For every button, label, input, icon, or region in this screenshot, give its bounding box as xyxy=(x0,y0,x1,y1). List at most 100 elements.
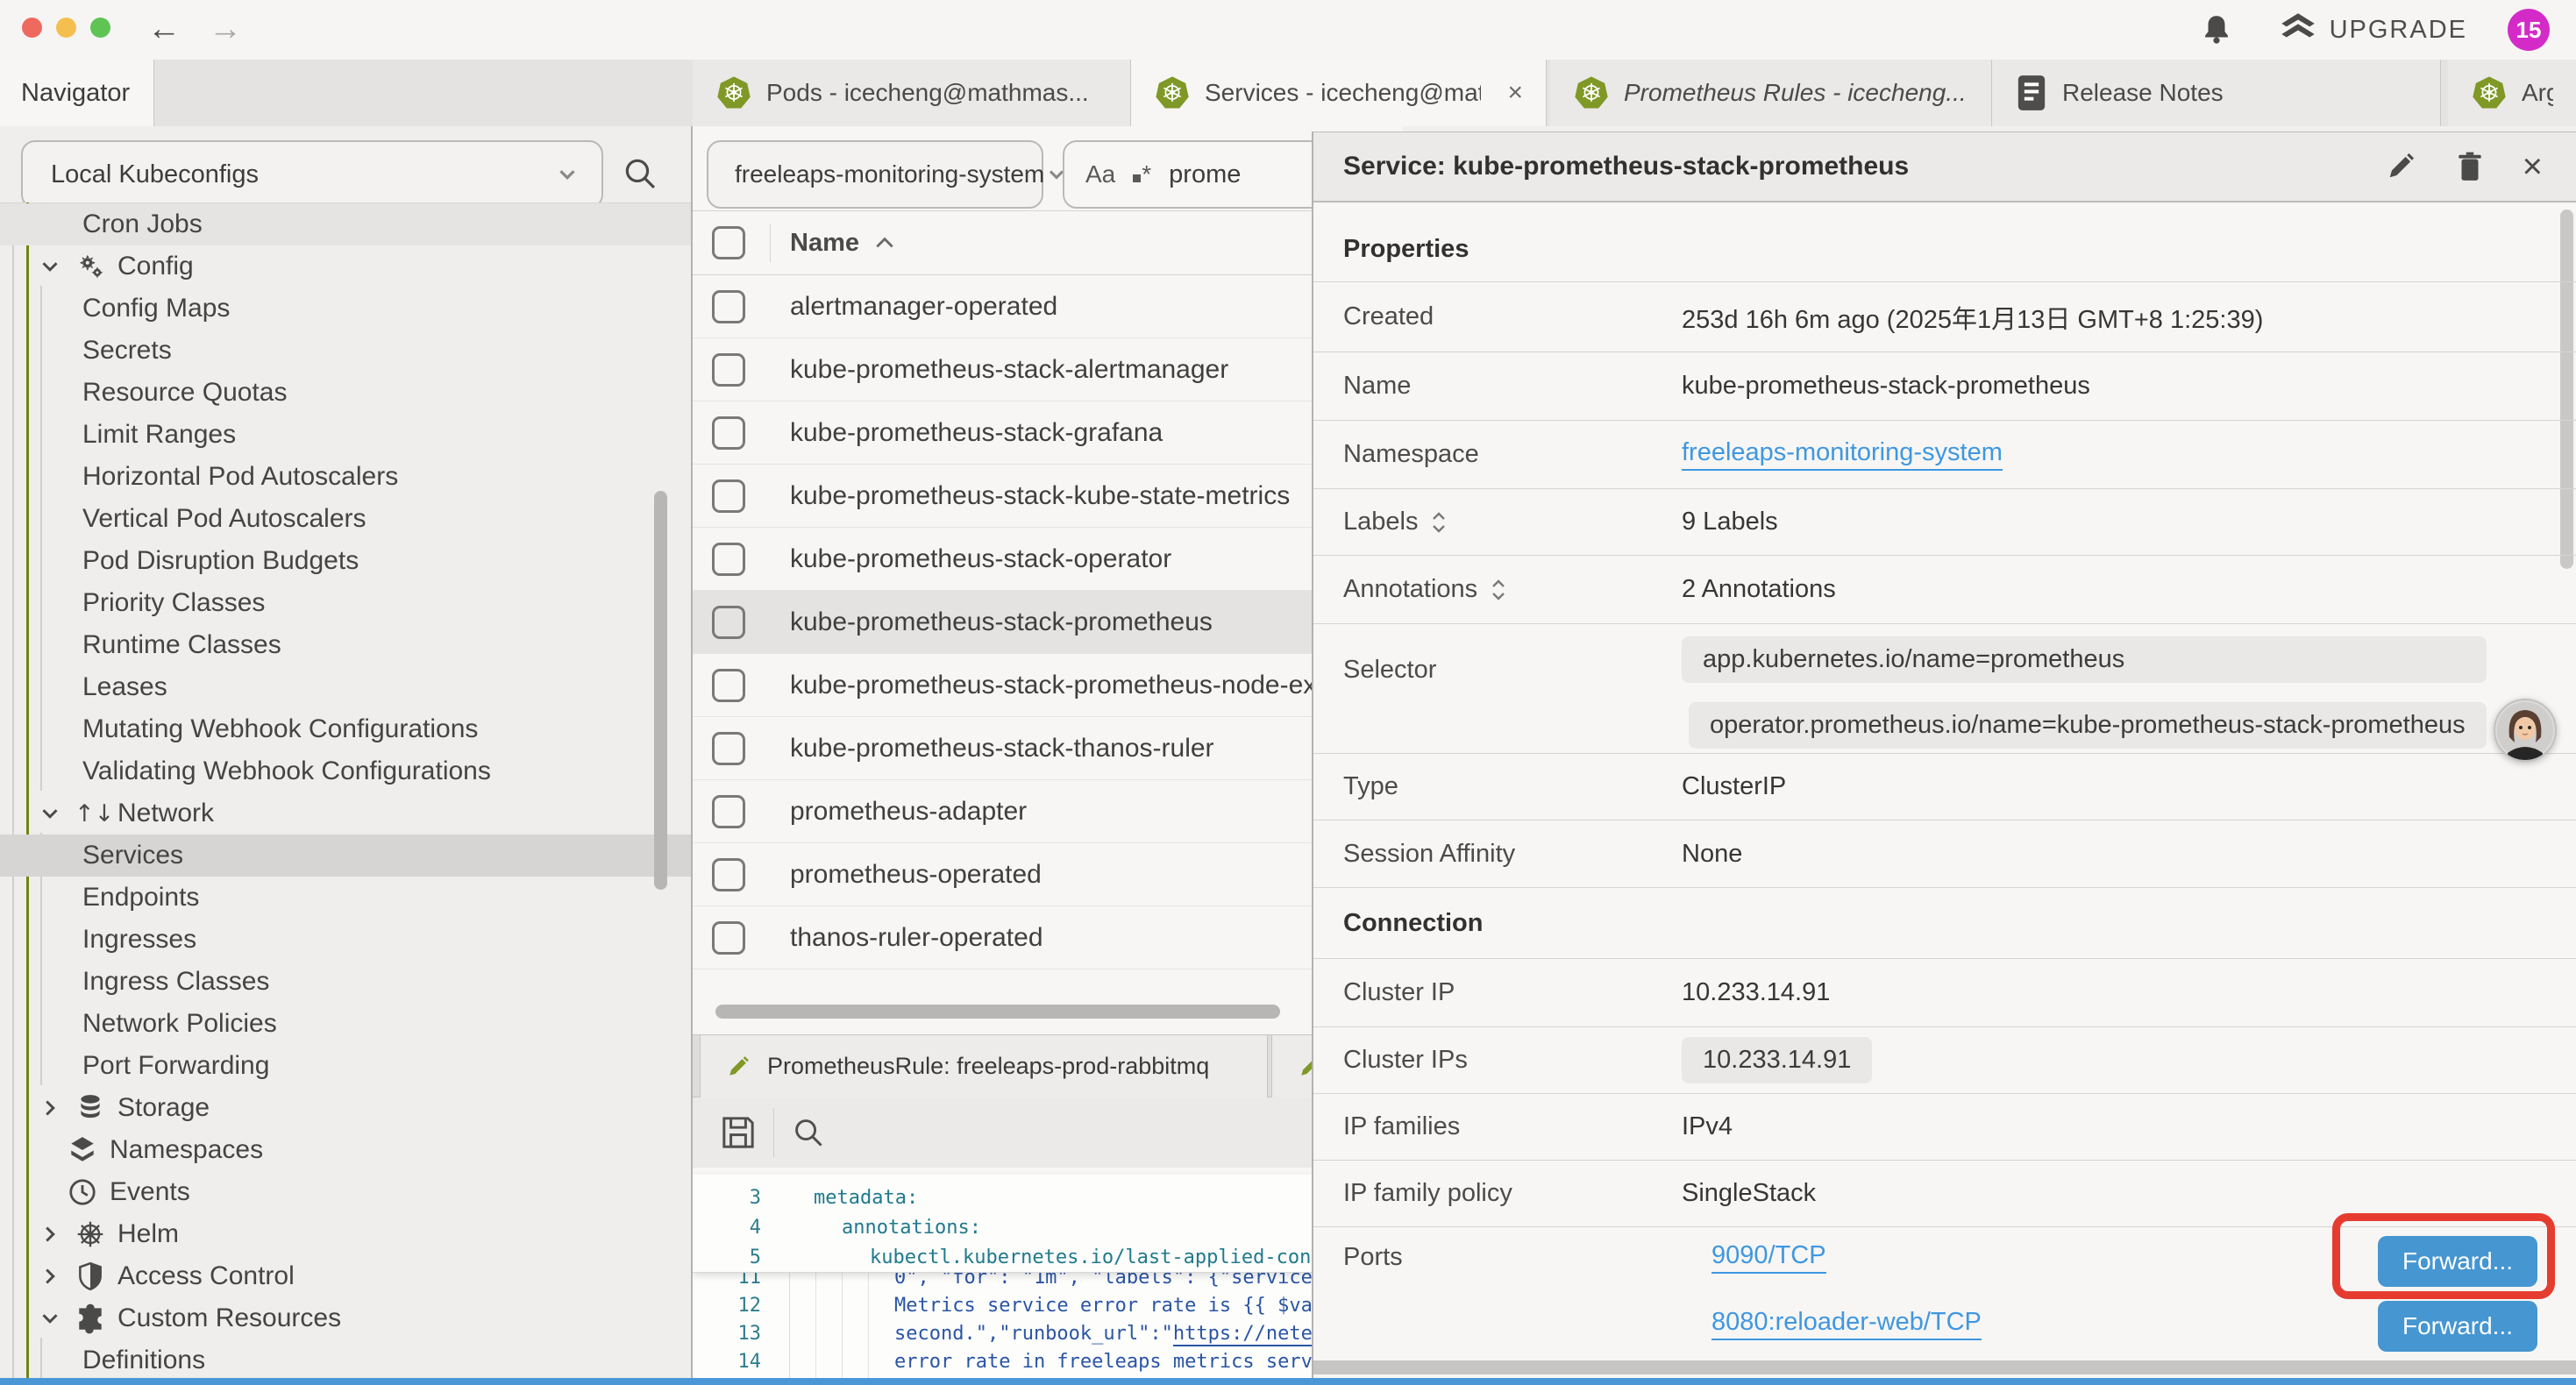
row-checkbox[interactable] xyxy=(712,795,745,828)
trash-icon[interactable] xyxy=(2454,150,2486,183)
table-row[interactable]: kube-prometheus-stack-kube-state-metrics xyxy=(693,465,1403,528)
table-row[interactable]: prometheus-operated xyxy=(693,843,1403,906)
sidebar-item-pod-disruption-budgets[interactable]: Pod Disruption Budgets xyxy=(0,540,691,582)
edit-icon[interactable] xyxy=(2384,150,2417,183)
sidebar-item-network-policies[interactable]: Network Policies xyxy=(0,1003,691,1045)
row-checkbox[interactable] xyxy=(712,606,745,639)
sidebar-item-limit-ranges[interactable]: Limit Ranges xyxy=(0,414,691,456)
close-icon[interactable]: × xyxy=(2523,149,2543,184)
chevron-expanded-icon[interactable] xyxy=(37,800,63,827)
namespace-select[interactable]: freeleaps-monitoring-system xyxy=(707,140,1043,209)
chevron-expanded-icon[interactable] xyxy=(37,1305,63,1332)
sidebar-item-custom-resources[interactable]: Custom Resources xyxy=(0,1297,691,1339)
search-input[interactable]: Aa * prome xyxy=(1063,140,1352,209)
chevron-expanded-icon[interactable] xyxy=(37,253,63,280)
tab-services[interactable]: Services - icecheng@math... × xyxy=(1131,60,1547,126)
bell-icon[interactable] xyxy=(2200,13,2233,46)
tab-pods[interactable]: Pods - icecheng@mathmas... xyxy=(693,60,1131,126)
namespace-link[interactable]: freeleaps-monitoring-system xyxy=(1682,438,2003,471)
close-window-button[interactable] xyxy=(22,18,42,38)
selector-chip[interactable]: app.kubernetes.io/name=prometheus xyxy=(1682,636,2487,683)
port-link-8080[interactable]: 8080:reloader-web/TCP xyxy=(1711,1308,1982,1340)
row-checkbox[interactable] xyxy=(712,353,745,387)
runbook-url-link[interactable]: https://nete xyxy=(1173,1323,1313,1346)
search-icon[interactable] xyxy=(621,154,659,193)
sidebar-item-network[interactable]: ↑↓ Network xyxy=(0,792,691,835)
cluster-ip-chip[interactable]: 10.233.14.91 xyxy=(1682,1037,1872,1083)
sidebar-item-runtime-classes[interactable]: Runtime Classes xyxy=(0,624,691,666)
sidebar-item-ingresses[interactable]: Ingresses xyxy=(0,919,691,961)
table-row[interactable]: kube-prometheus-stack-operator xyxy=(693,528,1403,591)
sidebar-item-secrets[interactable]: Secrets xyxy=(0,330,691,372)
table-row[interactable]: kube-prometheus-stack-grafana xyxy=(693,401,1403,465)
sidebar-item-helm[interactable]: Helm xyxy=(0,1213,691,1255)
minimize-window-button[interactable] xyxy=(56,18,76,38)
sidebar-item-storage[interactable]: Storage xyxy=(0,1087,691,1129)
kubeconfig-select[interactable]: Local Kubeconfigs xyxy=(21,140,603,209)
assistant-avatar[interactable] xyxy=(2494,699,2557,762)
sidebar-item-namespaces[interactable]: Namespaces xyxy=(0,1129,691,1171)
row-checkbox[interactable] xyxy=(712,543,745,576)
sidebar-item-leases[interactable]: Leases xyxy=(0,666,691,708)
row-checkbox[interactable] xyxy=(712,921,745,955)
sidebar-item-mutating-webhook-configurations[interactable]: Mutating Webhook Configurations xyxy=(0,708,691,750)
tab-release-notes[interactable]: Release Notes xyxy=(1992,60,2441,126)
table-row[interactable]: prometheus-adapter xyxy=(693,780,1403,843)
select-all-checkbox[interactable] xyxy=(712,226,745,259)
sidebar-item-vertical-pod-autoscalers[interactable]: Vertical Pod Autoscalers xyxy=(0,498,691,540)
sidebar-item-port-forwarding[interactable]: Port Forwarding xyxy=(0,1045,691,1087)
table-row[interactable]: kube-prometheus-stack-thanos-ruler xyxy=(693,717,1403,780)
row-checkbox[interactable] xyxy=(712,669,745,702)
row-checkbox[interactable] xyxy=(712,732,745,765)
forward-button-8080[interactable]: Forward... xyxy=(2378,1301,2537,1352)
sidebar-scrollbar[interactable] xyxy=(654,491,667,890)
table-row[interactable]: kube-prometheus-stack-alertmanager xyxy=(693,338,1403,401)
selector-chip[interactable]: operator.prometheus.io/name=kube-prometh… xyxy=(1689,702,2487,749)
yaml-editor[interactable]: 110", "for": "1m", "labels": {"service":… xyxy=(693,1175,1403,1385)
column-header-name[interactable]: Name xyxy=(790,229,859,258)
sidebar-item-endpoints[interactable]: Endpoints xyxy=(0,877,691,919)
sidebar-item-events[interactable]: Events xyxy=(0,1171,691,1213)
sidebar-item-horizontal-pod-autoscalers[interactable]: Horizontal Pod Autoscalers xyxy=(0,456,691,498)
chevron-collapsed-icon[interactable] xyxy=(37,1263,63,1289)
sidebar-item-config-maps[interactable]: Config Maps xyxy=(0,288,691,330)
row-checkbox[interactable] xyxy=(712,290,745,323)
table-row[interactable]: thanos-ruler-operated xyxy=(693,906,1403,970)
close-tab-icon[interactable]: × xyxy=(1495,78,1523,108)
editor-tab-prometheusrule[interactable]: PrometheusRule: freeleaps-prod-rabbitmq xyxy=(700,1035,1268,1097)
table-row-selected[interactable]: kube-prometheus-stack-prometheus xyxy=(693,591,1403,654)
tab-prometheus-rules[interactable]: Prometheus Rules - icecheng... xyxy=(1550,60,1992,126)
chevron-collapsed-icon[interactable] xyxy=(37,1095,63,1121)
editor-search-icon[interactable] xyxy=(790,1114,827,1151)
port-link-9090[interactable]: 9090/TCP xyxy=(1711,1241,1826,1274)
detail-horizontal-scrollbar[interactable] xyxy=(1313,1360,2576,1374)
row-checkbox[interactable] xyxy=(712,416,745,450)
sidebar-item-access-control[interactable]: Access Control xyxy=(0,1255,691,1297)
match-case-icon[interactable]: Aa xyxy=(1085,160,1115,188)
sidebar-item-cron-jobs[interactable]: Cron Jobs xyxy=(0,203,691,245)
tab-argo[interactable]: Argo Se xyxy=(2448,60,2576,126)
table-row[interactable]: kube-prometheus-stack-prometheus-node-ex… xyxy=(693,654,1403,717)
horizontal-scrollbar[interactable] xyxy=(715,1005,1280,1019)
forward-icon[interactable]: → xyxy=(209,9,242,49)
regex-icon[interactable]: * xyxy=(1133,160,1151,188)
navigator-panel-tab[interactable]: Navigator xyxy=(0,60,154,126)
notification-badge[interactable]: 15 xyxy=(2508,9,2550,51)
maximize-window-button[interactable] xyxy=(90,18,110,38)
sidebar-item-resource-quotas[interactable]: Resource Quotas xyxy=(0,372,691,414)
save-icon[interactable] xyxy=(719,1113,758,1152)
sidebar-item-definitions[interactable]: Definitions xyxy=(0,1339,691,1381)
chevron-collapsed-icon[interactable] xyxy=(37,1221,63,1247)
row-checkbox[interactable] xyxy=(712,858,745,891)
table-row[interactable]: alertmanager-operated xyxy=(693,275,1403,338)
upgrade-icon[interactable] xyxy=(2279,12,2317,47)
sidebar-item-ingress-classes[interactable]: Ingress Classes xyxy=(0,961,691,1003)
sidebar-item-validating-webhook-configurations[interactable]: Validating Webhook Configurations xyxy=(0,750,691,792)
row-checkbox[interactable] xyxy=(712,479,745,513)
sidebar-item-config[interactable]: Config xyxy=(0,245,691,288)
back-icon[interactable]: ← xyxy=(147,9,181,49)
upgrade-label[interactable]: UPGRADE xyxy=(2330,16,2467,45)
sort-ascending-icon[interactable] xyxy=(873,235,896,251)
sidebar-item-priority-classes[interactable]: Priority Classes xyxy=(0,582,691,624)
sidebar-item-services[interactable]: Services xyxy=(0,835,691,877)
